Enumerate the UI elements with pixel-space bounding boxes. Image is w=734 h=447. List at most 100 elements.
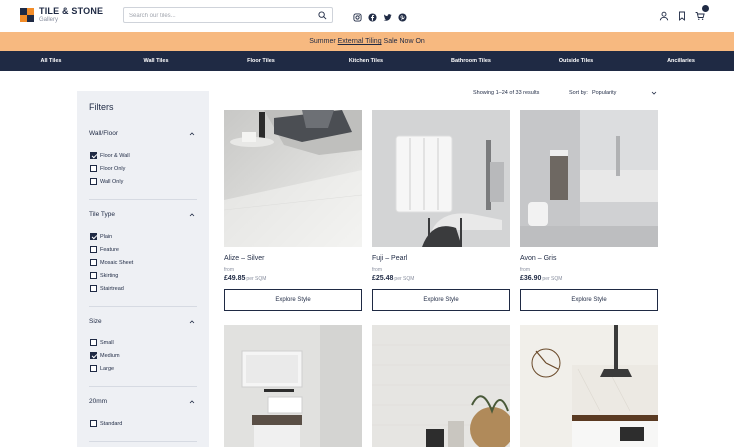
nav-item-wall-tiles[interactable]: Wall Tiles xyxy=(143,51,168,71)
product-card[interactable] xyxy=(372,325,510,447)
checkbox[interactable] xyxy=(90,233,97,240)
brand-sub: Gallery xyxy=(39,17,59,23)
filter-option-label: Large xyxy=(100,365,115,372)
filter-option-floor-only[interactable]: Floor Only xyxy=(90,165,125,172)
filter-option-label: Skirting xyxy=(100,272,119,279)
product-card[interactable] xyxy=(520,325,658,447)
site-header: TILE & STONE Gallery xyxy=(0,0,734,32)
filter-divider xyxy=(89,199,197,200)
search-icon[interactable] xyxy=(318,11,327,20)
price-unit: per SQM xyxy=(542,276,563,282)
product-price: £49.85per SQM xyxy=(224,275,266,282)
checkbox[interactable] xyxy=(90,152,97,159)
results-count: Showing 1–24 of 33 results xyxy=(473,90,540,96)
explore-style-button[interactable]: Explore Style xyxy=(224,289,362,311)
filter-divider xyxy=(89,306,197,307)
nav-item-outside-tiles[interactable]: Outside Tiles xyxy=(559,51,593,71)
nav-item-bathroom-tiles[interactable]: Bathroom Tiles xyxy=(451,51,491,71)
filters-title: Filters xyxy=(89,102,114,112)
promo-link[interactable]: External Tiling xyxy=(338,38,382,45)
filter-group-title-wall-floor[interactable]: Wall/Floor xyxy=(89,130,118,137)
filter-option-label: Stairtread xyxy=(100,285,124,292)
filter-option-mosaic-sheet[interactable]: Mosaic Sheet xyxy=(90,259,133,266)
product-image[interactable] xyxy=(372,325,510,447)
filter-group-title-tile-type[interactable]: Tile Type xyxy=(89,211,115,218)
checkbox[interactable] xyxy=(90,285,97,292)
chevron-down-icon[interactable] xyxy=(651,90,657,96)
chevron-up-icon[interactable] xyxy=(189,131,195,137)
product-image[interactable] xyxy=(224,325,362,447)
checkbox[interactable] xyxy=(90,339,97,346)
product-price: £25.48per SQM xyxy=(372,275,414,282)
cart-icon[interactable] xyxy=(695,5,709,20)
filter-option-label: Feature xyxy=(100,246,119,253)
user-icon[interactable] xyxy=(659,8,669,21)
explore-style-button[interactable]: Explore Style xyxy=(372,289,510,311)
explore-style-button[interactable]: Explore Style xyxy=(520,289,658,311)
checkbox[interactable] xyxy=(90,246,97,253)
nav-item-all-tiles[interactable]: All Tiles xyxy=(41,51,62,71)
filter-option-plain[interactable]: Plain xyxy=(90,233,112,240)
search-input[interactable] xyxy=(129,10,309,21)
checkbox[interactable] xyxy=(90,365,97,372)
filter-group-title-20mm[interactable]: 20mm xyxy=(89,398,107,405)
product-name[interactable]: Alize – Silver xyxy=(224,255,264,262)
product-from-label: from xyxy=(520,267,530,273)
wishlist-icon[interactable] xyxy=(677,8,687,21)
filter-divider xyxy=(89,441,197,442)
product-image[interactable] xyxy=(520,110,658,247)
product-card[interactable]: Avon – Gris from £36.90per SQM Explore S… xyxy=(520,110,658,311)
filter-option-label: Standard xyxy=(100,420,123,427)
brand-logo[interactable]: TILE & STONE Gallery xyxy=(20,7,103,23)
price-value: £36.90 xyxy=(520,275,542,282)
checkbox[interactable] xyxy=(90,165,97,172)
sort-select[interactable]: Sort by: Popularity xyxy=(569,90,616,96)
price-value: £49.85 xyxy=(224,275,246,282)
filter-option-feature[interactable]: Feature xyxy=(90,246,119,253)
filters-sidebar: Filters Wall/Floor Floor & Wall Floor On… xyxy=(77,91,209,447)
product-from-label: from xyxy=(372,267,382,273)
filter-option-stairtread[interactable]: Stairtread xyxy=(90,285,124,292)
pinterest-icon[interactable] xyxy=(398,9,407,22)
filter-option-large[interactable]: Large xyxy=(90,365,114,372)
twitter-icon[interactable] xyxy=(383,9,392,21)
filter-option-medium[interactable]: Medium xyxy=(90,352,120,359)
sort-value[interactable]: Popularity xyxy=(592,90,616,96)
product-image[interactable] xyxy=(520,325,658,447)
product-image[interactable] xyxy=(372,110,510,247)
filter-option-wall-only[interactable]: Wall Only xyxy=(90,178,123,185)
facebook-icon[interactable] xyxy=(368,9,377,22)
product-name[interactable]: Fuji – Pearl xyxy=(372,255,407,262)
main-nav: All Tiles Wall Tiles Floor Tiles Kitchen… xyxy=(0,51,734,71)
nav-item-floor-tiles[interactable]: Floor Tiles xyxy=(247,51,275,71)
product-name[interactable]: Avon – Gris xyxy=(520,255,556,262)
filter-option-label: Plain xyxy=(100,233,113,240)
filter-option-standard[interactable]: Standard xyxy=(90,420,122,427)
product-card[interactable]: Alize – Silver from £49.85per SQM Explor… xyxy=(224,110,362,311)
filter-group-title-size[interactable]: Size xyxy=(89,318,102,325)
filter-option-label: Mosaic Sheet xyxy=(100,259,134,266)
product-card[interactable]: Fuji – Pearl from £25.48per SQM Explore … xyxy=(372,110,510,311)
nav-item-kitchen-tiles[interactable]: Kitchen Tiles xyxy=(349,51,383,71)
checkbox[interactable] xyxy=(90,259,97,266)
checkbox[interactable] xyxy=(90,178,97,185)
chevron-up-icon[interactable] xyxy=(189,399,195,405)
product-image[interactable] xyxy=(224,110,362,247)
nav-item-ancillaries[interactable]: Ancillaries xyxy=(667,51,695,71)
checkbox[interactable] xyxy=(90,420,97,427)
chevron-up-icon[interactable] xyxy=(189,319,195,325)
filter-option-skirting[interactable]: Skirting xyxy=(90,272,118,279)
filter-option-small[interactable]: Small xyxy=(90,339,114,346)
promo-banner: Summer External Tiling Sale Now On xyxy=(0,32,734,51)
promo-text-before: Summer xyxy=(309,38,338,45)
sort-label: Sort by: xyxy=(569,90,588,96)
social-links xyxy=(353,9,407,22)
product-card[interactable] xyxy=(224,325,362,447)
chevron-up-icon[interactable] xyxy=(189,212,195,218)
checkbox[interactable] xyxy=(90,272,97,279)
filter-option-label: Wall Only xyxy=(100,178,124,185)
brand-name: TILE & STONE xyxy=(39,6,104,16)
filter-option-floor-wall[interactable]: Floor & Wall xyxy=(90,152,130,159)
checkbox[interactable] xyxy=(90,352,97,359)
instagram-icon[interactable] xyxy=(353,9,362,22)
